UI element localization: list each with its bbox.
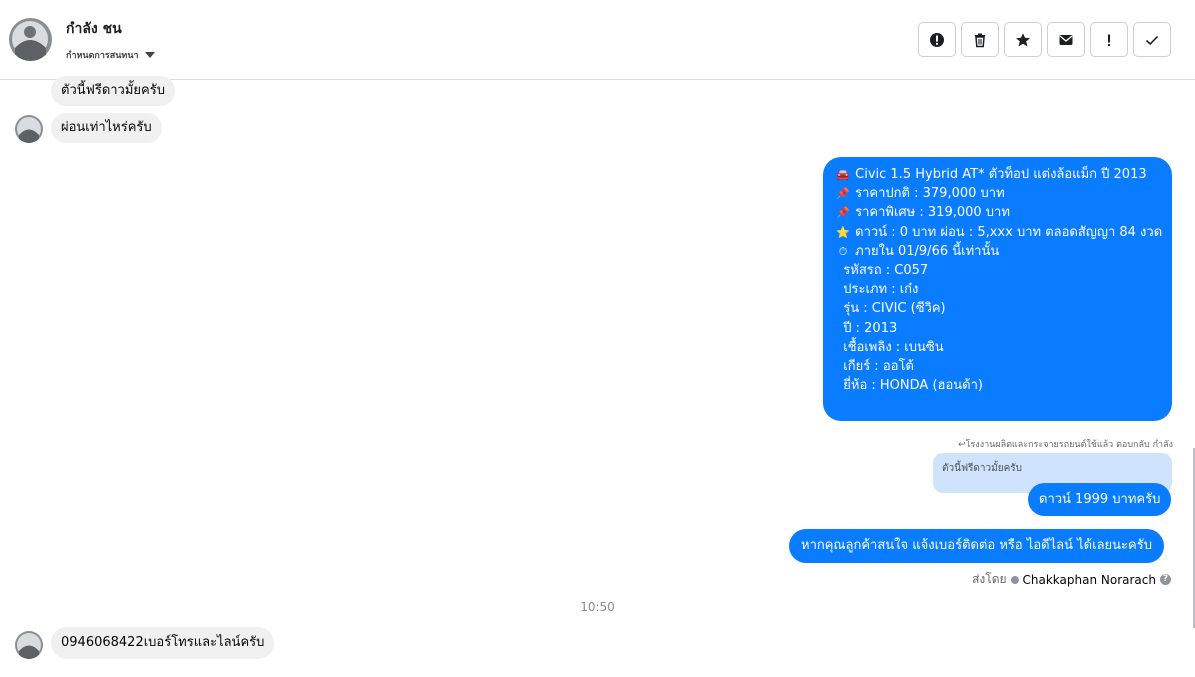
spam-button[interactable] <box>1090 22 1128 57</box>
contact-avatar-small[interactable] <box>15 115 43 143</box>
listing-detail: เกียร์ : ออโต้ <box>835 359 914 375</box>
envelope-icon <box>1059 34 1073 45</box>
sent-by-label: ส่งโดย <box>972 572 1007 586</box>
listing-detail: ยี่ห้อ : HONDA (ฮอนด้า) <box>835 378 983 394</box>
report-button[interactable] <box>918 22 956 57</box>
special-price: ราคาพิเศษ : 319,000 บาท <box>855 205 1010 221</box>
star-icon <box>1016 32 1030 46</box>
pushpin-icon: 📌 <box>836 187 850 201</box>
sent-by-info: ส่งโดย Chakkaphan Norarach ? <box>972 570 1171 589</box>
mark-unread-button[interactable] <box>1047 22 1085 57</box>
help-icon[interactable]: ? <box>1160 574 1171 585</box>
verified-icon <box>1010 575 1019 584</box>
listing-detail: ประเภท : เก๋ง <box>835 282 919 298</box>
pushpin-icon: 📌 <box>836 206 850 220</box>
regular-price: ราคาปกติ : 379,000 บาท <box>855 186 1005 202</box>
conversation-options-label: กำหนดการสนทนา <box>66 51 139 61</box>
offer-deadline: ภายใน 01/9/66 นี้เท่านั้น <box>855 243 1000 259</box>
listing-line: ⏱ ภายใน 01/9/66 นี้เท่านั้น <box>835 242 1160 261</box>
checkmark-icon <box>1145 35 1159 45</box>
down-payment-terms: ดาวน์ : 0 บาท ผ่อน : 5,xxx บาท ตลอดสัญญา… <box>855 224 1163 240</box>
delete-button[interactable] <box>961 22 999 57</box>
sender-name[interactable]: Chakkaphan Norarach <box>1023 573 1156 587</box>
mark-done-button[interactable] <box>1133 22 1171 57</box>
stopwatch-icon: ⏱ <box>838 244 848 258</box>
listing-detail: รหัสรถ : C057 <box>835 263 929 279</box>
listing-title: Civic 1.5 Hybrid AT* ตัวท็อป แต่งล้อแม็ก… <box>855 167 1147 182</box>
trash-icon <box>975 33 985 47</box>
alert-circle-icon <box>930 32 944 47</box>
reply-context-note: ↩โรงงานผลิตและกระจายรถยนต์ใช้แล้ว ตอบกลั… <box>958 440 1173 450</box>
conversation-toolbar <box>918 22 1171 57</box>
caret-down-icon <box>144 52 155 58</box>
incoming-message[interactable]: ผ่อนเท่าไหร่ครับ <box>51 113 162 143</box>
listing-line: 🚘 Civic 1.5 Hybrid AT* ตัวท็อป แต่งล้อแม… <box>835 165 1160 184</box>
listing-detail: ปี : 2013 <box>835 320 898 336</box>
outgoing-message[interactable]: ดาวน์ 1999 บาทครับ <box>1028 483 1172 516</box>
listing-detail: เชื้อเพลิง : เบนซิน <box>835 339 944 355</box>
listing-line: 📌 ราคาพิเศษ : 319,000 บาท <box>835 203 1160 222</box>
listing-detail: รุ่น : CIVIC (ซีวิค) <box>835 301 946 317</box>
outgoing-listing-message[interactable]: 🚘 Civic 1.5 Hybrid AT* ตัวท็อป แต่งล้อแม… <box>823 157 1172 421</box>
star-emoji-icon: ⭐ <box>836 225 850 239</box>
message-timestamp: 10:50 <box>580 600 615 614</box>
exclamation-icon <box>1108 34 1110 46</box>
contact-avatar-small[interactable] <box>15 631 43 659</box>
listing-line: ⭐ ดาวน์ : 0 บาท ผ่อน : 5,xxx บาท ตลอดสัญ… <box>835 223 1163 242</box>
outgoing-message[interactable]: หากคุณลูกค้าสนใจ แจ้งเบอร์ติดต่อ หรือ ไอ… <box>789 529 1164 563</box>
incoming-message[interactable]: 0946068422เบอร์โทรและไลน์ครับ <box>51 627 275 659</box>
incoming-message[interactable]: ตัวนี้ฟรีดาวมั้ยครับ <box>51 76 175 106</box>
contact-name[interactable]: กำลัง ชน <box>66 18 122 40</box>
listing-line: 📌 ราคาปกติ : 379,000 บาท <box>835 184 1160 203</box>
car-icon: 🚘 <box>836 168 850 181</box>
conversation-options[interactable]: กำหนดการสนทนา <box>66 48 155 62</box>
conversation-header: กำลัง ชน กำหนดการสนทนา <box>0 0 1195 80</box>
contact-avatar[interactable] <box>9 18 52 61</box>
star-button[interactable] <box>1004 22 1042 57</box>
